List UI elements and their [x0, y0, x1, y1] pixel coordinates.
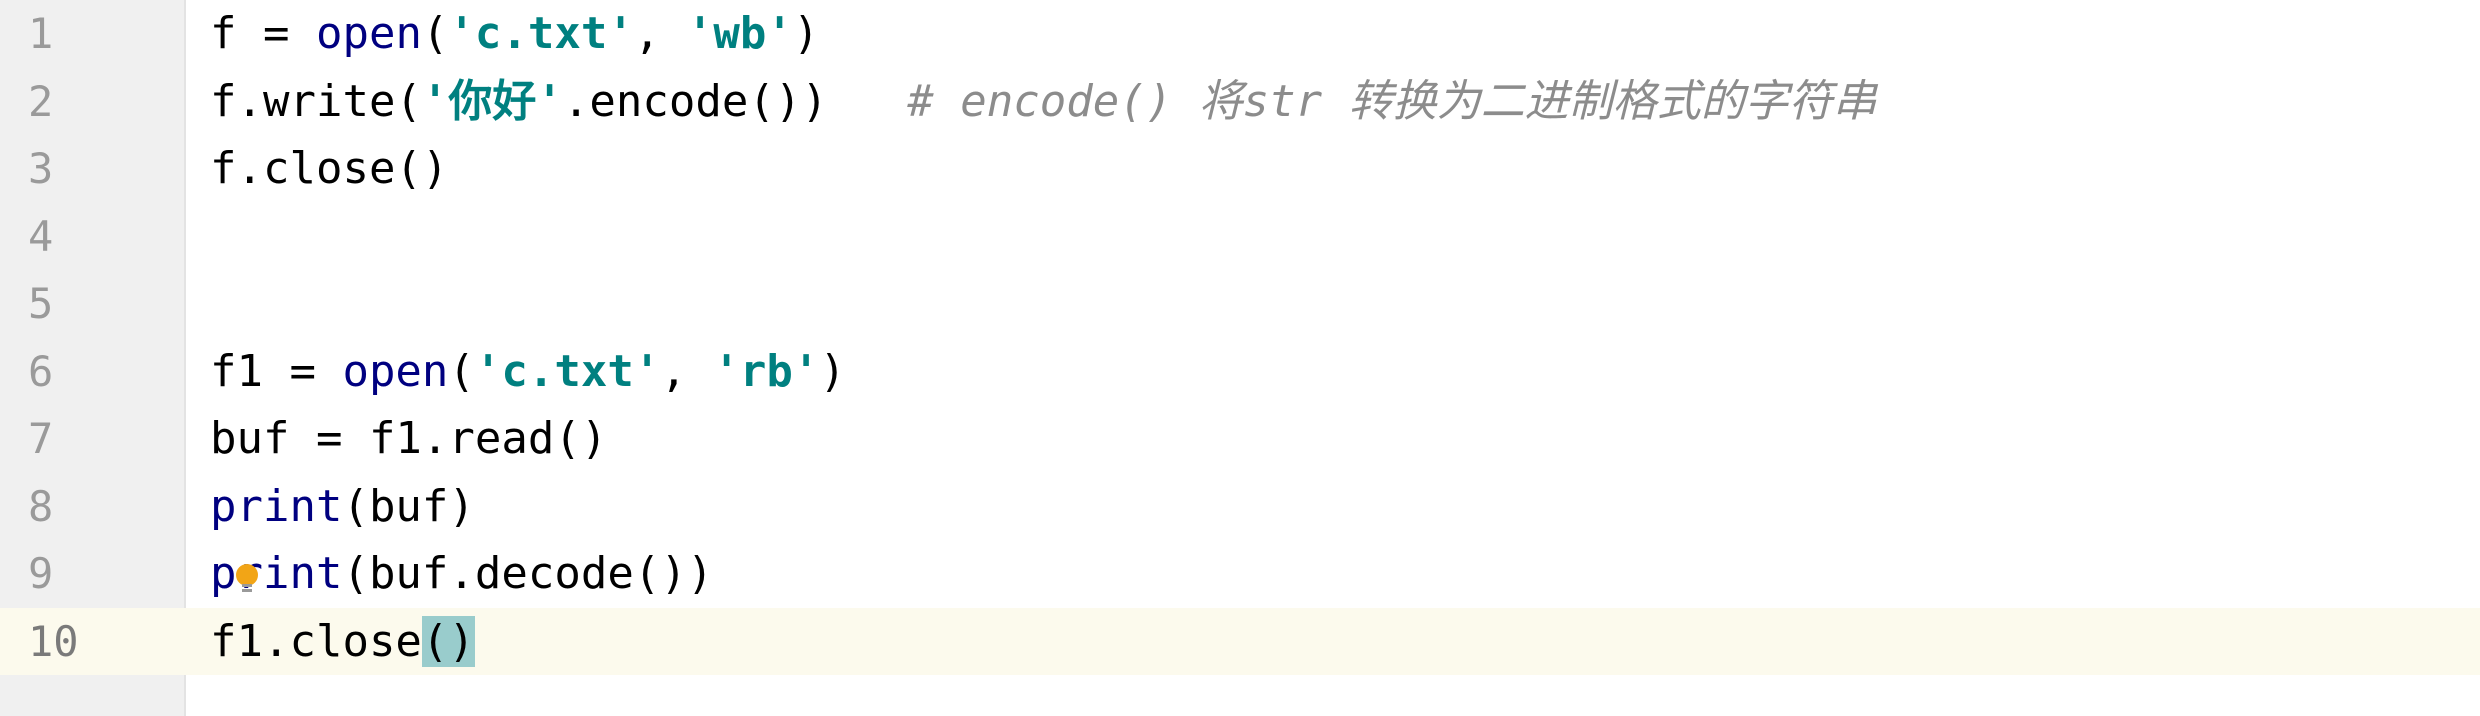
code-token: .encode()) [562, 75, 908, 127]
string-token: 'c.txt' [448, 8, 634, 59]
code-line[interactable]: 1 f = open('c.txt', 'wb') [0, 0, 2480, 68]
code-line[interactable]: 5 [0, 270, 2480, 338]
code-line[interactable]: 2 f.write('你好'.encode()) # encode() 将str … [0, 68, 2480, 136]
code-token: (buf) [342, 480, 475, 532]
code-line[interactable]: 10 f1.close() [0, 607, 2480, 676]
lightbulb-icon[interactable] [236, 564, 258, 592]
code-token: ( [421, 8, 449, 59]
line-number: 2 [28, 76, 54, 126]
code-token: ) [819, 345, 846, 397]
code-text[interactable]: f.write('你好'.encode()) # encode() 将str 转… [210, 68, 1877, 136]
code-token: f.write( [210, 75, 422, 127]
line-number: 8 [28, 481, 54, 531]
code-line[interactable]: 6 f1 = open('c.txt', 'rb') [0, 338, 2480, 406]
code-line[interactable]: 7 buf = f1.read() [0, 405, 2480, 473]
code-text[interactable]: print(buf.decode()) [210, 540, 713, 608]
line-number: 1 [28, 9, 54, 58]
code-line[interactable]: 8 print(buf) [0, 473, 2480, 541]
line-number: 10 [0, 607, 186, 675]
line-number: 9 [28, 549, 54, 598]
code-line[interactable]: 4 [0, 203, 2480, 271]
keyword-token: open [342, 345, 449, 397]
code-text[interactable]: f.close() [210, 135, 448, 203]
code-token: f1.close [210, 615, 422, 667]
line-number: 3 [28, 144, 54, 193]
code-token: f = [210, 8, 316, 59]
brace-match-highlight: () [421, 615, 475, 667]
string-token: '你好' [421, 75, 563, 127]
code-token: (buf.decode()) [342, 548, 714, 599]
line-number: 7 [28, 414, 54, 463]
string-token: 'c.txt' [474, 345, 661, 397]
string-token: 'wb' [686, 8, 793, 59]
comment-token: # encode() 将str 转换为二进制格式的字符串 [907, 75, 1877, 127]
keyword-token: print [210, 548, 343, 599]
string-token: 'rb' [713, 345, 820, 397]
line-number: 6 [28, 346, 54, 396]
code-text[interactable]: f1 = open('c.txt', 'rb') [210, 338, 846, 406]
code-lines[interactable]: 1f = open('c.txt', 'wb') 2 f.write('你好'.en… [0, 0, 2480, 675]
code-editor[interactable]: 1f = open('c.txt', 'wb') 2 f.write('你好'.en… [0, 0, 2480, 716]
code-line[interactable]: 9 print(buf.decode()) [0, 540, 2480, 608]
code-text[interactable]: buf = f1.read() [210, 405, 607, 473]
code-token: ( [448, 345, 475, 397]
code-text[interactable]: print(buf) [210, 473, 475, 541]
code-token: f.close() [210, 143, 449, 194]
keyword-token: print [210, 480, 343, 532]
code-text[interactable]: f = open('c.txt', 'wb') [210, 0, 819, 68]
code-line[interactable]: 3 f.close() [0, 135, 2480, 203]
code-token: f1 = [210, 345, 343, 397]
line-number: 4 [28, 211, 54, 261]
line-number: 5 [28, 279, 54, 328]
code-token: , [660, 345, 714, 397]
code-token: , [633, 8, 687, 59]
code-text[interactable]: f1.close() [210, 608, 475, 676]
code-token: ) [792, 8, 820, 59]
code-token: buf = f1.read() [210, 413, 608, 464]
keyword-token: open [315, 8, 422, 59]
